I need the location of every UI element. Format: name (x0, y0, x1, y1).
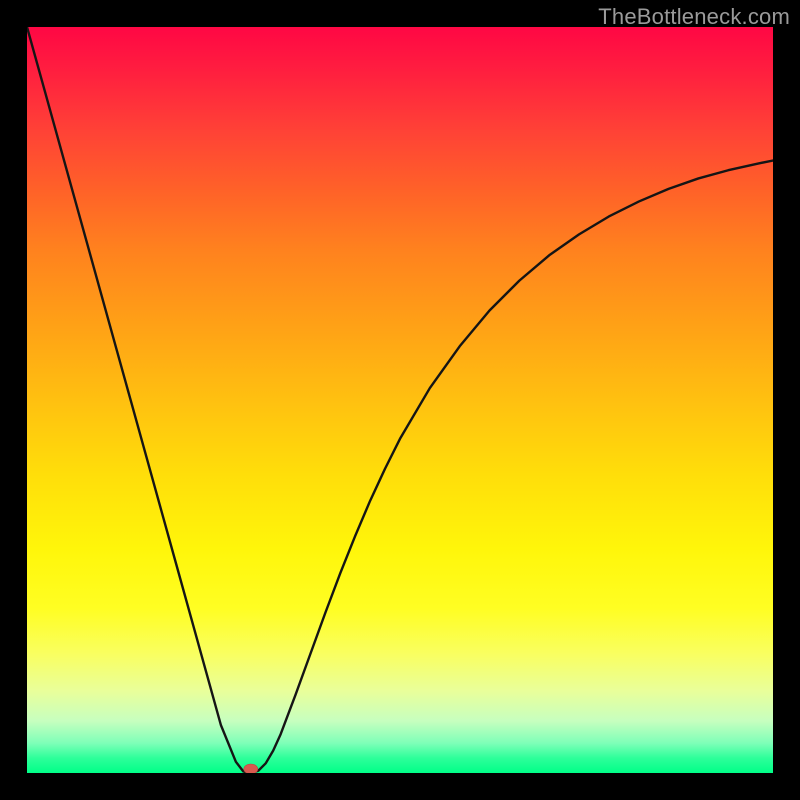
watermark-text: TheBottleneck.com (598, 4, 790, 30)
chart-svg (27, 27, 773, 773)
minimum-marker (244, 764, 258, 773)
plot-area (27, 27, 773, 773)
chart-frame: TheBottleneck.com (0, 0, 800, 800)
bottleneck-curve (27, 27, 773, 773)
